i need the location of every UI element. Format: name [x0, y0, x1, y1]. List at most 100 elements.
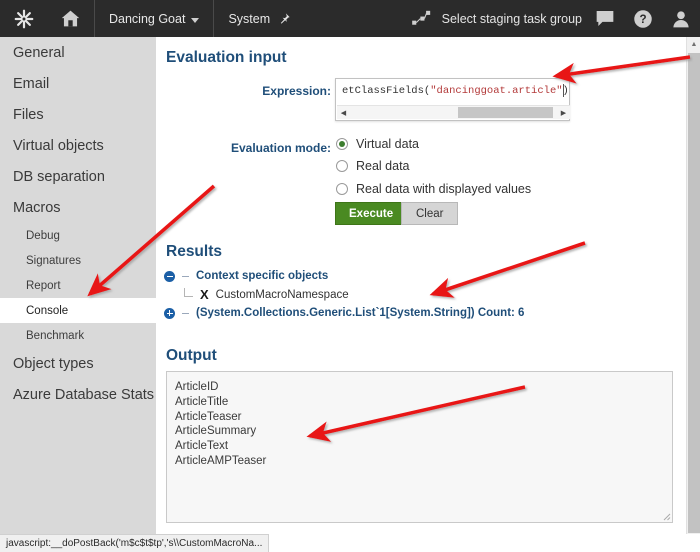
pin-icon[interactable] [278, 12, 291, 25]
asterisk-logo-icon[interactable] [0, 0, 47, 37]
result-child-label: CustomMacroNamespace [215, 288, 349, 301]
breadcrumb-site[interactable]: Dancing Goat [95, 0, 213, 37]
user-avatar-glyph [673, 10, 689, 27]
collapse-minus-icon[interactable] [164, 270, 175, 282]
chat-glyph [596, 11, 614, 26]
result-child-custom-macro-namespace[interactable]: X CustomMacroNamespace [184, 287, 349, 302]
sidebar-item-label: Console [26, 304, 69, 317]
x-icon: X [200, 287, 209, 302]
sidebar-item-label: Signatures [26, 254, 81, 267]
sidebar-item-azure-database-stats[interactable]: Azure Database Stats [0, 379, 156, 410]
radio-virtual-data[interactable]: Virtual data [336, 137, 419, 151]
tree-connector [182, 312, 189, 314]
execute-button[interactable]: Execute [335, 202, 408, 225]
output-line: ArticleTeaser [175, 410, 242, 423]
result-node-label: (System.Collections.Generic.List`1[Syste… [196, 307, 525, 319]
output-line: ArticleID [175, 381, 219, 393]
expression-value: etClassFields("dancinggoat.article") [342, 85, 567, 97]
section-title-results: Results [166, 243, 222, 260]
chevron-down-icon [191, 18, 200, 23]
radio-real-data[interactable]: Real data [336, 159, 410, 173]
sidebar-item-benchmark[interactable]: Benchmark [0, 323, 156, 348]
scroll-up-icon[interactable]: ▲ [687, 37, 700, 51]
tree-connector [182, 275, 189, 277]
sidebar-item-email[interactable]: Email [0, 68, 156, 99]
radio-indicator-icon [336, 138, 348, 150]
sidebar-item-label: Benchmark [26, 329, 85, 342]
section-title-output: Output [166, 347, 217, 364]
radio-real-data-displayed-values[interactable]: Real data with displayed values [336, 182, 531, 196]
user-avatar-icon[interactable] [662, 0, 700, 37]
sidebar-item-general[interactable]: General [0, 37, 156, 68]
vertical-scroll-thumb[interactable] [688, 53, 700, 533]
expression-string-literal: "dancinggoat.article" [430, 85, 563, 97]
output-line: ArticleText [175, 440, 229, 453]
asterisk-logo-glyph [14, 9, 33, 28]
staging-task-group-label: Select staging task group [441, 11, 582, 26]
chat-icon[interactable] [586, 0, 624, 37]
sidebar-item-label: Email [13, 75, 50, 92]
output-line: ArticleTitle [175, 395, 229, 408]
sidebar-item-files[interactable]: Files [0, 99, 156, 130]
breadcrumb-section[interactable]: System [214, 0, 305, 37]
expression-horizontal-scrollbar[interactable]: ◀ ▶ [337, 105, 570, 119]
result-node-label: Context specific objects [196, 270, 329, 282]
sidebar-item-label: DB separation [13, 168, 105, 185]
output-line: ArticleSummary [175, 425, 257, 438]
expand-plus-icon[interactable] [164, 307, 175, 319]
scroll-left-icon[interactable]: ◀ [337, 106, 350, 119]
staging-task-group-selector[interactable]: Select staging task group [411, 10, 586, 28]
sidebar-item-label: Virtual objects [13, 137, 104, 154]
sidebar-item-macros[interactable]: Macros [0, 192, 156, 223]
sidebar-item-object-types[interactable]: Object types [0, 348, 156, 379]
help-glyph: ? [634, 9, 652, 28]
sidebar-item-label: General [13, 44, 65, 61]
browser-status-bar: javascript:__doPostBack('m$c$t$tp','s\\C… [0, 534, 270, 552]
expression-label: Expression: [262, 84, 331, 98]
radio-indicator-icon [336, 160, 348, 172]
home-glyph [61, 10, 80, 27]
text-caret [563, 84, 564, 97]
tree-elbow-connector [184, 288, 193, 297]
sidebar-item-signatures[interactable]: Signatures [0, 248, 156, 273]
output-line: ArticleAMPTeaser [175, 454, 267, 467]
left-sidebar: General Email Files Virtual objects DB s… [0, 37, 156, 534]
scroll-right-icon[interactable]: ▶ [557, 106, 570, 119]
breadcrumb-site-label: Dancing Goat [109, 11, 186, 26]
sidebar-item-db-separation[interactable]: DB separation [0, 161, 156, 192]
expression-scroll-track[interactable] [350, 106, 557, 119]
radio-indicator-icon [336, 183, 348, 195]
sidebar-item-label: Object types [13, 355, 94, 372]
sidebar-item-virtual-objects[interactable]: Virtual objects [0, 130, 156, 161]
output-content: ArticleID ArticleTitle ArticleTeaser Art… [167, 372, 672, 469]
result-node-context-specific-objects[interactable]: Context specific objects [164, 270, 328, 282]
result-node-list-count[interactable]: (System.Collections.Generic.List`1[Syste… [164, 307, 524, 319]
output-textarea[interactable]: ArticleID ArticleTitle ArticleTeaser Art… [166, 371, 673, 523]
svg-text:?: ? [639, 13, 646, 26]
page-title-evaluation-input: Evaluation input [166, 49, 287, 66]
breadcrumb-section-label: System [228, 11, 271, 26]
status-bar-text: javascript:__doPostBack('m$c$t$tp','s\\C… [6, 538, 263, 549]
sidebar-item-debug[interactable]: Debug [0, 223, 156, 248]
sidebar-item-label: Azure Database Stats [13, 386, 155, 403]
main-content-panel: Evaluation input Expression: etClassFiel… [156, 37, 686, 534]
staging-nodes-icon [411, 10, 430, 25]
radio-label: Real data with displayed values [356, 182, 532, 196]
sidebar-item-label: Debug [26, 229, 60, 242]
sidebar-item-label: Report [26, 279, 61, 292]
expression-input[interactable]: etClassFields("dancinggoat.article") ◀ ▶ [335, 78, 570, 121]
radio-label: Real data [356, 159, 410, 173]
page-vertical-scrollbar[interactable]: ▲ ▼ [686, 37, 700, 552]
evaluation-mode-label: Evaluation mode: [230, 141, 331, 155]
sidebar-item-report[interactable]: Report [0, 273, 156, 298]
expression-scroll-thumb[interactable] [457, 107, 553, 118]
sidebar-item-label: Files [13, 106, 44, 123]
expression-value-head: etClassFields( [342, 85, 431, 97]
resize-handle-icon[interactable] [661, 511, 671, 521]
sidebar-item-console[interactable]: Console [0, 298, 156, 323]
radio-label: Virtual data [356, 137, 420, 151]
clear-button[interactable]: Clear [401, 202, 459, 225]
home-icon[interactable] [47, 0, 94, 37]
sidebar-item-label: Macros [13, 199, 61, 216]
help-icon[interactable]: ? [624, 0, 662, 37]
